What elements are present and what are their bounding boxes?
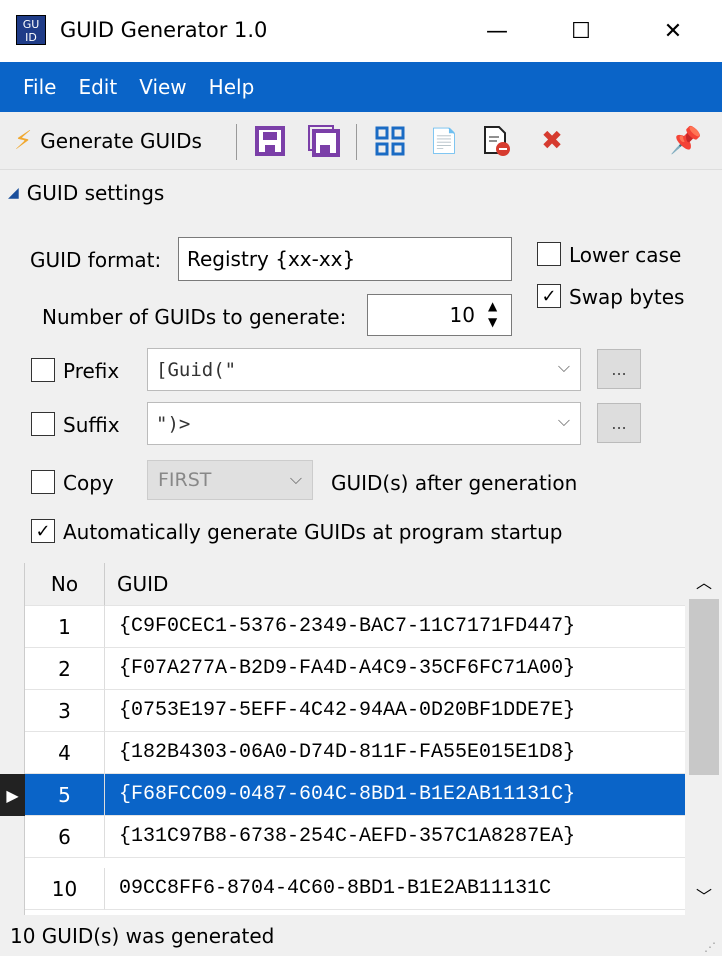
- lower-case-label: Lower case: [569, 243, 682, 267]
- maximize-button[interactable]: ☐: [552, 0, 610, 62]
- close-button[interactable]: ✕: [644, 0, 702, 62]
- minimize-button[interactable]: —: [468, 0, 526, 62]
- lower-case-checkbox[interactable]: [537, 242, 561, 266]
- auto-generate-label: Automatically generate GUIDs at program …: [63, 520, 563, 544]
- current-row-indicator-icon: ▶: [0, 774, 25, 816]
- copy-after-label: GUID(s) after generation: [331, 471, 578, 495]
- prefix-browse-button[interactable]: ...: [597, 349, 641, 389]
- save-all-icon: [308, 125, 340, 157]
- copy-label: Copy: [63, 471, 114, 495]
- title-bar: GU ID GUID Generator 1.0 — ☐ ✕: [0, 0, 722, 62]
- table-row-no[interactable]: 1: [25, 606, 105, 648]
- save-button[interactable]: [252, 122, 288, 160]
- table-row-guid[interactable]: 09CC8FF6-8704-4C60-8BD1-B1E2AB11131C: [105, 868, 685, 910]
- copy-button[interactable]: 📄: [426, 122, 462, 160]
- separator: [236, 124, 237, 160]
- row-header-column: [0, 563, 25, 915]
- table-row-no[interactable]: 5: [25, 774, 105, 816]
- table-row-guid[interactable]: {F68FCC09-0487-604C-8BD1-B1E2AB11131C}: [105, 774, 685, 816]
- generate-guids-button[interactable]: ⚡ Generate GUIDs: [14, 122, 202, 160]
- settings-header-label: GUID settings: [26, 181, 165, 205]
- grid-view-button[interactable]: [372, 122, 408, 160]
- window-title: GUID Generator 1.0: [60, 18, 268, 42]
- table-row-guid[interactable]: {C9F0CEC1-5376-2349-BAC7-11C7171FD447}: [105, 606, 685, 648]
- menu-bar: File Edit View Help: [0, 62, 722, 112]
- copy-checkbox[interactable]: [31, 470, 55, 494]
- resize-grip-icon[interactable]: ⋰: [704, 940, 716, 954]
- prefix-label: Prefix: [63, 359, 120, 383]
- clear-icon: ✖: [541, 126, 563, 156]
- column-header-no[interactable]: No: [25, 563, 105, 606]
- count-value: 10: [449, 303, 475, 327]
- table-row-no[interactable]: 6: [25, 816, 105, 858]
- spin-up-icon[interactable]: ▲: [488, 298, 497, 314]
- copy-value: FIRST: [158, 469, 212, 491]
- save-icon: [255, 126, 285, 156]
- prefix-value: [Guid(": [156, 358, 237, 381]
- scrollbar-thumb[interactable]: [689, 599, 719, 775]
- settings-header[interactable]: ◢ GUID settings: [0, 172, 722, 214]
- table-row-no[interactable]: 2: [25, 648, 105, 690]
- table-row-guid[interactable]: {F07A277A-B2D9-FA4D-A4C9-35CF6FC71A00}: [105, 648, 685, 690]
- spin-buttons[interactable]: ▲ ▼: [488, 298, 497, 330]
- table-row-no[interactable]: 4: [25, 732, 105, 774]
- app-icon: GU ID: [16, 15, 46, 45]
- menu-file[interactable]: File: [12, 75, 67, 99]
- delete-doc-button[interactable]: [478, 122, 514, 160]
- swap-bytes-label: Swap bytes: [569, 285, 685, 309]
- toolbar: ⚡ Generate GUIDs 📄 ✖ 📌: [0, 112, 722, 170]
- copy-combo[interactable]: FIRST ⌵: [147, 460, 313, 500]
- chevron-down-icon: ⌵: [289, 469, 302, 488]
- generate-label: Generate GUIDs: [40, 129, 202, 153]
- guid-grid: No GUID 1 {C9F0CEC1-5376-2349-BAC7-11C717…: [0, 563, 722, 915]
- chevron-down-icon: ⌵: [557, 411, 570, 430]
- pin-icon: 📌: [669, 126, 703, 156]
- menu-view[interactable]: View: [128, 75, 197, 99]
- lightning-icon: ⚡: [14, 126, 33, 156]
- prefix-combo[interactable]: [Guid(" ⌵: [147, 348, 581, 391]
- status-text: 10 GUID(s) was generated: [10, 923, 275, 948]
- suffix-checkbox[interactable]: [31, 412, 55, 436]
- separator: [356, 124, 357, 160]
- scroll-up-icon[interactable]: ︿: [696, 569, 712, 593]
- menu-help[interactable]: Help: [198, 75, 266, 99]
- status-bar: 10 GUID(s) was generated ⋰: [0, 915, 722, 956]
- collapse-triangle-icon: ◢: [8, 185, 19, 201]
- save-all-button[interactable]: [306, 122, 342, 160]
- suffix-label: Suffix: [63, 413, 120, 437]
- swap-bytes-checkbox[interactable]: ✓: [537, 284, 561, 308]
- prefix-checkbox[interactable]: [31, 358, 55, 382]
- guid-format-field[interactable]: Registry {xx-xx}: [178, 237, 512, 281]
- copy-icon: 📄: [429, 127, 459, 155]
- spin-down-icon[interactable]: ▼: [488, 314, 497, 330]
- chevron-down-icon: ⌵: [557, 357, 570, 376]
- table-row-guid[interactable]: {131C97B8-6738-254C-AEFD-357C1A8287EA}: [105, 816, 685, 858]
- grid-icon: [375, 126, 405, 156]
- scroll-down-icon[interactable]: ﹀: [696, 883, 712, 907]
- guid-format-label: GUID format:: [30, 248, 162, 272]
- suffix-value: ")>: [156, 412, 191, 435]
- count-label: Number of GUIDs to generate:: [42, 305, 347, 329]
- auto-generate-checkbox[interactable]: ✓: [31, 519, 55, 543]
- table-row-no[interactable]: 3: [25, 690, 105, 732]
- table-row-guid[interactable]: {182B4303-06A0-D74D-811F-FA55E015E1D8}: [105, 732, 685, 774]
- suffix-combo[interactable]: ")> ⌵: [147, 402, 581, 445]
- menu-edit[interactable]: Edit: [67, 75, 128, 99]
- clear-button[interactable]: ✖: [534, 122, 570, 160]
- table-row-guid[interactable]: {0753E197-5EFF-4C42-94AA-0D20BF1DDE7E}: [105, 690, 685, 732]
- column-header-guid[interactable]: GUID: [105, 563, 685, 606]
- table-row-no[interactable]: 10: [25, 868, 105, 910]
- pin-button[interactable]: 📌: [668, 122, 704, 160]
- suffix-browse-button[interactable]: ...: [597, 403, 641, 443]
- vertical-scrollbar[interactable]: ︿ ﹀: [685, 563, 722, 915]
- delete-doc-icon: [484, 126, 510, 156]
